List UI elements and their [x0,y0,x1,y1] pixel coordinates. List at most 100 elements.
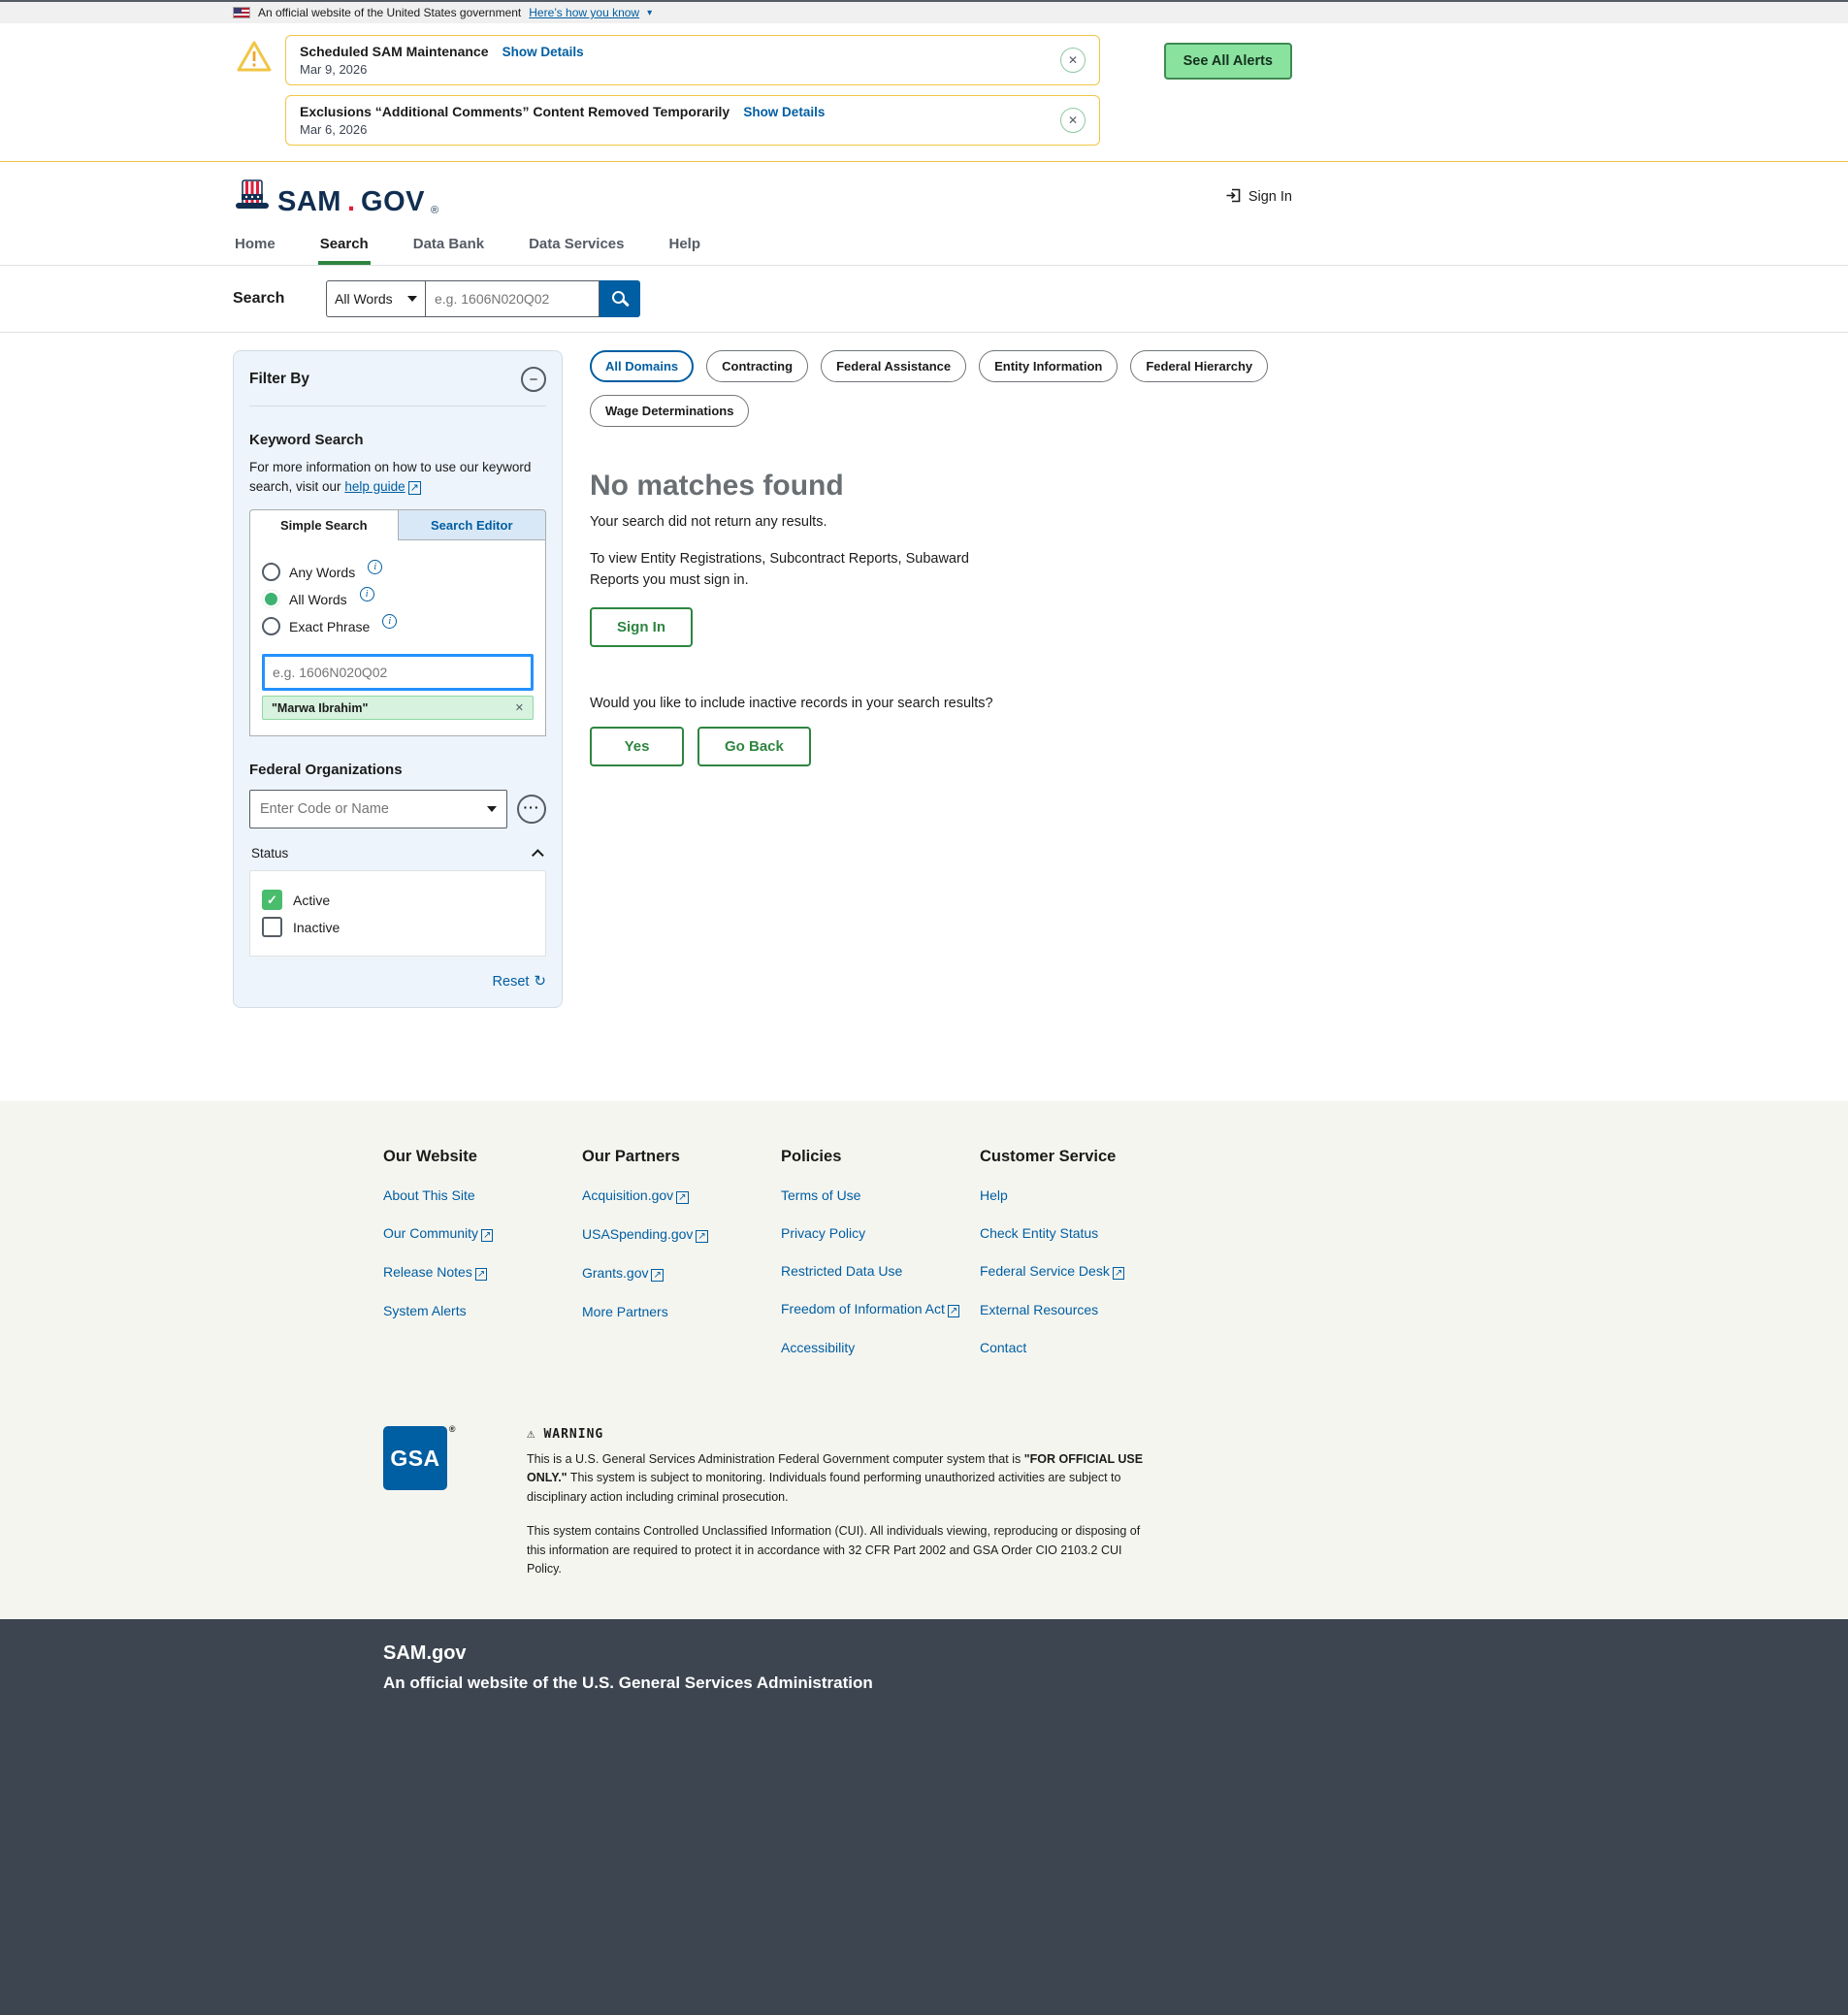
footer-link-foia[interactable]: Freedom of Information Act↗ [781,1301,980,1317]
footer-link-more-partners[interactable]: More Partners [582,1304,781,1319]
alert-show-details-link[interactable]: Show Details [743,105,825,119]
inactive-checkbox[interactable] [262,917,282,937]
yes-button[interactable]: Yes [590,727,684,766]
top-hat-icon [233,178,272,216]
tab-simple-search[interactable]: Simple Search [249,509,399,540]
domain-pill-all-domains[interactable]: All Domains [590,350,694,382]
footer-link-our-community[interactable]: Our Community↗ [383,1225,582,1242]
footer-bottom: GSA ® ⚠ WARNING This is a U.S. General S… [383,1426,1208,1578]
close-icon: ✕ [1068,114,1078,127]
sign-in-label: Sign In [1248,189,1292,205]
search-submit-button[interactable] [600,280,640,317]
warning-paragraph-1: This is a U.S. General Services Administ… [527,1450,1155,1507]
keyword-chip-label: "Marwa Ibrahim" [272,701,368,715]
see-all-alerts-button[interactable]: See All Alerts [1164,43,1292,80]
caret-down-icon [407,296,417,302]
footer-link-accessibility[interactable]: Accessibility [781,1340,980,1355]
info-icon[interactable]: i [382,614,397,629]
footer-link-check-entity-status[interactable]: Check Entity Status [980,1225,1179,1241]
top-search-input[interactable] [425,280,600,317]
info-icon[interactable]: i [368,560,382,574]
warning-title-text: WARNING [543,1427,603,1442]
minus-icon: − [530,373,538,387]
warning-title: ⚠ WARNING [527,1426,1155,1442]
any-words-radio[interactable] [262,563,280,581]
footer-link-terms-of-use[interactable]: Terms of Use [781,1187,980,1203]
status-section-toggle[interactable]: Status [249,846,546,861]
domain-pill-contracting[interactable]: Contracting [706,350,808,382]
domain-pill-federal-assistance[interactable]: Federal Assistance [821,350,966,382]
footer-link-acquisition-gov[interactable]: Acquisition.gov↗ [582,1187,781,1204]
footer-heading: Our Website [383,1148,582,1166]
alert-close-button[interactable]: ✕ [1060,48,1086,73]
nav-item-data-bank[interactable]: Data Bank [411,226,486,265]
exact-phrase-radio[interactable] [262,617,280,635]
sign-in-icon [1225,187,1242,208]
footer-link-help[interactable]: Help [980,1187,1179,1203]
chip-remove-button[interactable]: ✕ [515,701,524,714]
alert-content: Scheduled SAM Maintenance Show Details M… [300,44,1060,77]
alert-date: Mar 9, 2026 [300,62,1060,77]
registered-mark: ® [449,1424,456,1434]
gsa-logo-text: GSA [390,1446,439,1472]
footer-link-contact[interactable]: Contact [980,1340,1179,1355]
domain-pill-wage-determinations[interactable]: Wage Determinations [590,395,749,427]
how-you-know-link[interactable]: Here’s how you know [529,6,639,19]
nav-item-data-services[interactable]: Data Services [527,226,626,265]
footer-link-privacy-policy[interactable]: Privacy Policy [781,1225,980,1241]
nav-item-home[interactable]: Home [233,226,277,265]
go-back-button[interactable]: Go Back [697,727,811,766]
help-guide-link[interactable]: help guide [344,479,405,494]
search-mode-select[interactable]: All Words [326,280,425,317]
results-sign-in-button[interactable]: Sign In [590,607,693,647]
keyword-search-heading: Keyword Search [249,432,546,448]
footer-link-about-this-site[interactable]: About This Site [383,1187,582,1203]
nav-item-help[interactable]: Help [667,226,703,265]
footer-link-usaspending-gov[interactable]: USASpending.gov↗ [582,1226,781,1243]
chevron-down-icon: ▾ [647,8,652,18]
alert-close-button[interactable]: ✕ [1060,108,1086,133]
warning-icon: ⚠ [527,1426,535,1442]
keyword-input[interactable] [262,654,534,691]
footer-columns: Our Website About This Site Our Communit… [383,1148,1208,1378]
tab-search-editor[interactable]: Search Editor [399,509,547,540]
federal-organizations-row: Enter Code or Name ··· [249,790,546,829]
collapse-filters-button[interactable]: − [521,367,546,392]
nav-item-search[interactable]: Search [318,226,371,265]
footer-link-label: Freedom of Information Act [781,1301,945,1316]
footer-link-system-alerts[interactable]: System Alerts [383,1303,582,1318]
footer-link-label: Federal Service Desk [980,1263,1110,1279]
info-icon[interactable]: i [360,587,374,601]
us-flag-icon [233,7,250,18]
inactive-records-question: Would you like to include inactive recor… [590,696,1292,711]
sam-gov-logo[interactable]: SAM.GOV® [233,178,438,216]
gsa-logo: GSA ® [383,1426,447,1490]
active-checkbox-row[interactable]: ✓ Active [262,890,534,910]
logo-text-gov: GOV [361,188,425,216]
any-words-label: Any Words [289,565,355,580]
caret-down-icon [487,806,497,812]
all-words-radio[interactable] [262,590,280,608]
footer-link-federal-service-desk[interactable]: Federal Service Desk↗ [980,1263,1179,1280]
inactive-label: Inactive [293,920,340,935]
alert-show-details-link[interactable]: Show Details [503,45,584,59]
domain-pill-federal-hierarchy[interactable]: Federal Hierarchy [1130,350,1268,382]
alert-title: Exclusions “Additional Comments” Content… [300,104,729,119]
active-label: Active [293,893,330,908]
check-icon: ✓ [267,893,277,908]
footer-link-restricted-data-use[interactable]: Restricted Data Use [781,1263,980,1279]
results-section: All Domains Contracting Federal Assistan… [590,350,1292,766]
simple-search-panel: Any Words i All Words i Exact Phrase i [249,540,546,736]
footer-link-release-notes[interactable]: Release Notes↗ [383,1264,582,1281]
reset-filters-link[interactable]: Reset↻ [493,974,546,990]
more-options-button[interactable]: ··· [517,795,546,824]
exact-phrase-label: Exact Phrase [289,619,370,634]
inactive-checkbox-row[interactable]: Inactive [262,917,534,937]
active-checkbox[interactable]: ✓ [262,890,282,910]
header-sign-in[interactable]: Sign In [1225,187,1292,208]
federal-organizations-select[interactable]: Enter Code or Name [249,790,507,829]
footer-link-grants-gov[interactable]: Grants.gov↗ [582,1265,781,1282]
footer-link-external-resources[interactable]: External Resources [980,1302,1179,1317]
domain-pill-entity-information[interactable]: Entity Information [979,350,1118,382]
footer-col-policies: Policies Terms of Use Privacy Policy Res… [781,1148,980,1378]
